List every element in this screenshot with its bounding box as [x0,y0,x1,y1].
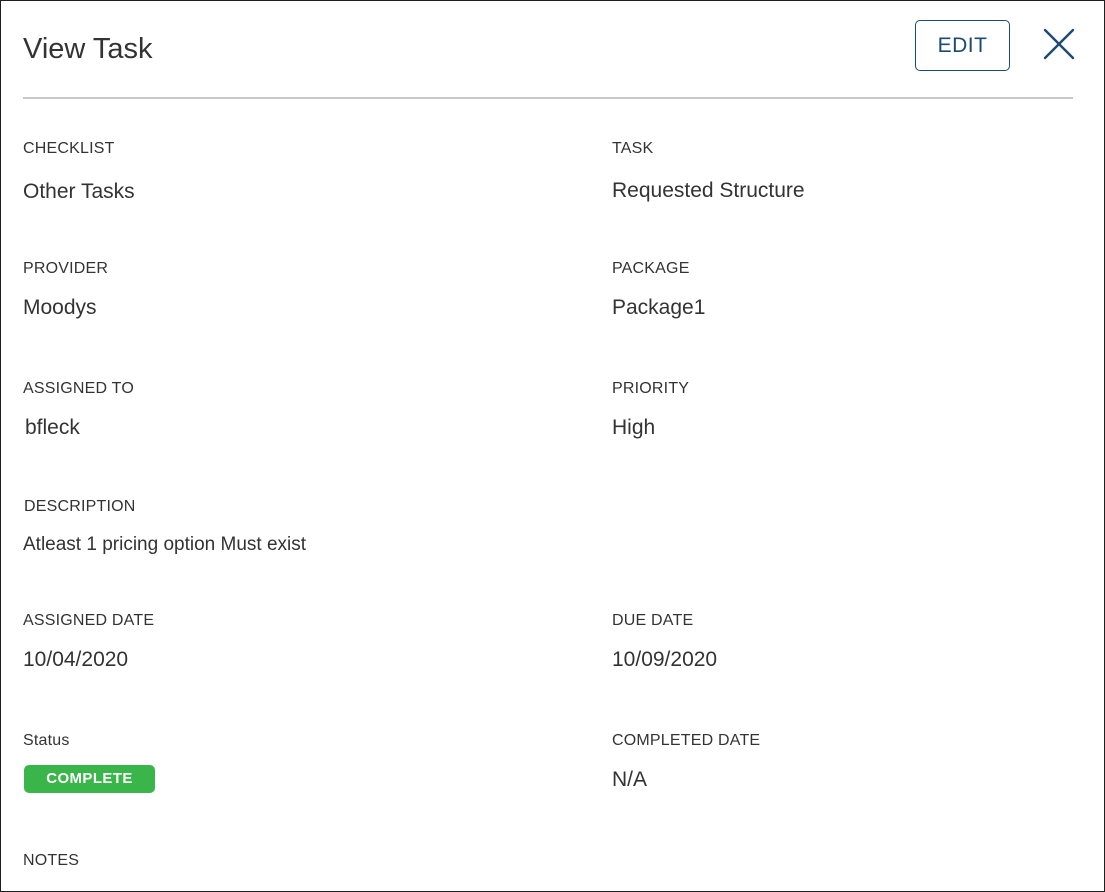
checklist-label: CHECKLIST [23,140,115,157]
task-value: Requested Structure [612,179,805,202]
package-label: PACKAGE [612,260,690,277]
completed-date-label: COMPLETED DATE [612,732,761,749]
assigned-to-label: ASSIGNED TO [23,380,134,397]
close-button[interactable] [1039,24,1079,64]
provider-label: PROVIDER [23,260,109,277]
status-label: Status [23,732,70,749]
priority-value: High [612,416,656,439]
due-date-value: 10/09/2020 [612,648,718,671]
status-badge: COMPLETE [24,765,155,793]
completed-date-value: N/A [612,768,648,791]
view-task-panel: View Task EDIT CHECKLIST Other Tasks TAS… [0,0,1105,892]
notes-label: NOTES [23,852,80,869]
priority-label: PRIORITY [612,380,690,397]
provider-value: Moodys [23,296,97,319]
close-icon [1043,28,1075,60]
due-date-label: DUE DATE [612,612,694,629]
task-label: TASK [612,140,654,157]
description-label: DESCRIPTION [24,498,136,515]
package-value: Package1 [612,296,706,319]
assigned-to-value: bfleck [25,416,80,439]
checklist-value: Other Tasks [23,180,135,203]
description-value: Atleast 1 pricing option Must exist [23,534,307,555]
edit-button[interactable]: EDIT [915,20,1010,71]
assigned-date-label: ASSIGNED DATE [23,612,155,629]
header-divider [23,97,1073,99]
page-title: View Task [23,33,153,65]
assigned-date-value: 10/04/2020 [23,648,129,671]
